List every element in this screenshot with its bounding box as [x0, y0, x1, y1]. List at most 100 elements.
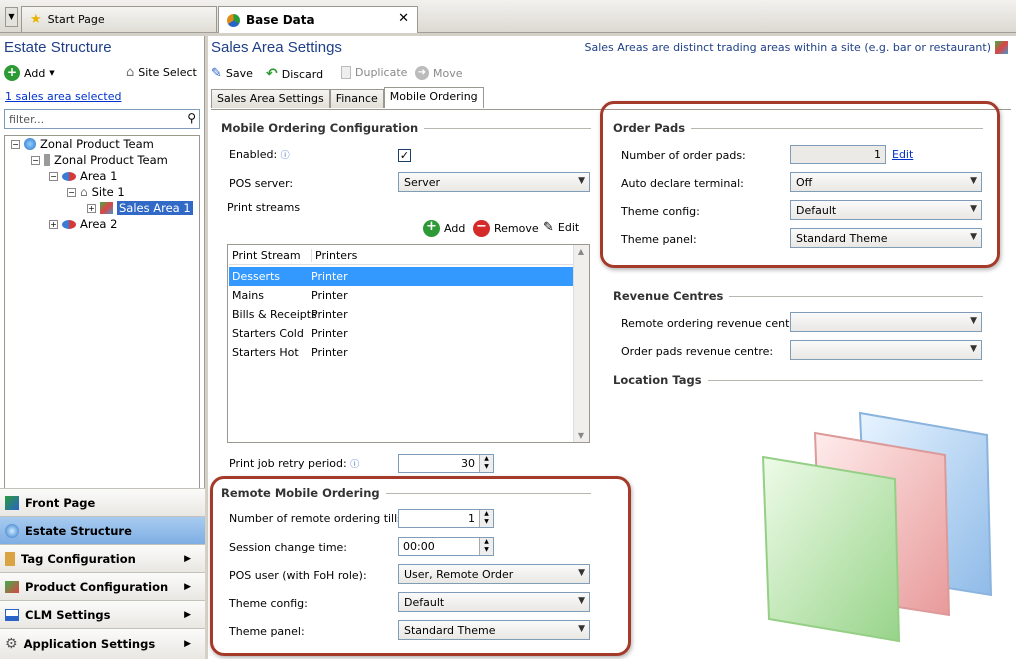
- save-button[interactable]: ✎ Save: [211, 66, 253, 81]
- chevron-down-icon: ▼: [578, 568, 585, 578]
- remove-stream-label: Remove: [494, 222, 539, 235]
- remote-theme-panel-select[interactable]: Standard Theme ▼: [398, 620, 590, 640]
- site-select-button[interactable]: ⌂ Site Select: [126, 65, 197, 80]
- enabled-checkbox[interactable]: ✓: [398, 149, 411, 162]
- table-row[interactable]: Mains Printer: [229, 286, 574, 305]
- house-icon: ⌂: [126, 65, 135, 80]
- remote-revenue-select[interactable]: ▼: [790, 312, 982, 332]
- revenue-centres-section: Revenue Centres: [613, 289, 983, 303]
- column-header[interactable]: Printers: [311, 248, 357, 262]
- nav-tag-configuration[interactable]: Tag Configuration ▶: [0, 544, 205, 572]
- product-icon: [5, 580, 19, 593]
- remove-icon: −: [473, 220, 490, 237]
- pads-theme-config-select[interactable]: Default ▼: [790, 200, 982, 220]
- filter-input[interactable]: filter... ⚲: [4, 109, 200, 129]
- order-pads-edit-link[interactable]: Edit: [892, 148, 913, 161]
- pos-user-label: POS user (with FoH role):: [229, 569, 367, 582]
- save-icon: ✎: [211, 66, 222, 81]
- pos-user-select[interactable]: User, Remote Order ▼: [398, 564, 590, 584]
- remove-stream-button[interactable]: − Remove: [473, 220, 539, 237]
- nav-label: Estate Structure: [25, 523, 132, 538]
- tree-item[interactable]: − Area 1: [49, 169, 117, 183]
- chevron-right-icon: ▶: [184, 639, 191, 649]
- green-panel-shape: [761, 455, 901, 643]
- table-row[interactable]: Starters Cold Printer: [229, 324, 574, 343]
- chevron-down-icon: ▼: [970, 232, 977, 242]
- spin-icon[interactable]: ▲ ▼: [479, 538, 493, 555]
- edit-stream-button[interactable]: ✎ Edit: [543, 220, 579, 235]
- save-label: Save: [225, 67, 253, 80]
- order-pads-count: 1: [790, 145, 886, 164]
- tab-list-dropdown[interactable]: ▼: [5, 7, 18, 27]
- spin-icon[interactable]: ▲ ▼: [479, 510, 493, 527]
- nav-application-settings[interactable]: ⚙ Application Settings ▶: [0, 628, 205, 659]
- duplicate-icon: [341, 66, 351, 79]
- table-row[interactable]: Starters Hot Printer: [229, 343, 574, 362]
- tower-icon: [44, 154, 50, 166]
- tab-sales-area-settings[interactable]: Sales Area Settings: [211, 89, 330, 108]
- globe-icon: [5, 523, 19, 538]
- mobile-config-section: Mobile Ordering Configuration: [221, 121, 591, 135]
- move-button[interactable]: ➜ Move: [415, 66, 463, 80]
- area-icon: [62, 171, 76, 181]
- session-label: Session change time:: [229, 541, 348, 554]
- table-row[interactable]: Bills & Receipts Printer: [229, 305, 574, 324]
- spin-icon[interactable]: ▲ ▼: [479, 455, 493, 472]
- tree-label: Sales Area 1: [117, 201, 193, 215]
- tree-item[interactable]: + Area 2: [49, 217, 117, 231]
- nav-label: Application Settings: [23, 637, 156, 651]
- duplicate-button[interactable]: Duplicate: [341, 66, 407, 79]
- cell: Printer: [311, 270, 348, 283]
- tree-item[interactable]: − ⌂ Site 1: [67, 185, 125, 199]
- nav-product-configuration[interactable]: Product Configuration ▶: [0, 572, 205, 600]
- gear-icon: ⚙: [5, 636, 18, 652]
- chevron-down-icon: ▼: [578, 624, 585, 634]
- undo-icon: ↶: [266, 66, 278, 82]
- scroll-up-icon[interactable]: ▲: [574, 247, 588, 256]
- close-icon[interactable]: ✕: [398, 11, 409, 26]
- print-streams-grid[interactable]: Print Stream Printers Desserts Printer Ma…: [227, 244, 590, 443]
- tills-stepper[interactable]: 1 ▲ ▼: [398, 509, 494, 528]
- tab-mobile-ordering[interactable]: Mobile Ordering: [383, 87, 484, 108]
- pos-server-select[interactable]: Server ▼: [398, 172, 590, 192]
- tree-item[interactable]: − Zonal Product Team: [11, 137, 154, 151]
- remote-revenue-label: Remote ordering revenue centre:: [621, 317, 805, 330]
- session-time-input[interactable]: 00:00 ▲ ▼: [398, 537, 494, 556]
- tree-item[interactable]: − Zonal Product Team: [31, 153, 168, 167]
- tree-item-selected[interactable]: + Sales Area 1: [87, 201, 193, 215]
- pads-theme-panel-select[interactable]: Standard Theme ▼: [790, 228, 982, 248]
- discard-button[interactable]: ↶ Discard: [266, 66, 323, 82]
- add-stream-button[interactable]: + Add: [423, 220, 465, 237]
- pads-revenue-select[interactable]: ▼: [790, 340, 982, 360]
- nav-estate-structure[interactable]: Estate Structure: [0, 516, 205, 544]
- session-value: 00:00: [403, 540, 435, 553]
- tills-label: Number of remote ordering tills:: [229, 512, 407, 525]
- grid-scrollbar[interactable]: ▲ ▼: [573, 245, 589, 442]
- search-icon[interactable]: ⚲: [187, 111, 196, 125]
- tab-base-data[interactable]: Base Data ✕: [218, 6, 418, 33]
- column-header[interactable]: Print Stream: [232, 249, 301, 262]
- move-label: Move: [433, 66, 463, 80]
- remote-theme-panel-value: Standard Theme: [404, 624, 496, 637]
- tab-finance[interactable]: Finance: [329, 89, 384, 108]
- scroll-down-icon[interactable]: ▼: [574, 431, 588, 440]
- left-panel: Estate Structure + Add ▼ ⌂ Site Select 1…: [0, 36, 205, 659]
- nav-clm-settings[interactable]: CLM Settings ▶: [0, 600, 205, 628]
- selection-link[interactable]: 1 sales area selected: [5, 90, 121, 103]
- nav-front-page[interactable]: Front Page: [0, 488, 205, 516]
- section-title: Remote Mobile Ordering: [221, 486, 380, 500]
- auto-declare-label: Auto declare terminal:: [621, 177, 744, 190]
- chevron-right-icon: ▶: [184, 581, 191, 592]
- table-row[interactable]: Desserts Printer: [229, 267, 574, 286]
- remote-theme-config-select[interactable]: Default ▼: [398, 592, 590, 612]
- filter-placeholder: filter...: [9, 113, 45, 126]
- tab-start-page[interactable]: ★ Start Page: [21, 6, 217, 32]
- enabled-label-text: Enabled:: [229, 148, 278, 161]
- estate-tree[interactable]: − Zonal Product Team − Zonal Product Team …: [4, 135, 200, 520]
- auto-declare-select[interactable]: Off ▼: [790, 172, 982, 192]
- add-button[interactable]: + Add ▼: [4, 65, 55, 81]
- add-label: Add: [24, 66, 46, 80]
- pads-theme-panel-label: Theme panel:: [621, 233, 697, 246]
- info-icon: ⓘ: [280, 151, 290, 161]
- retry-period-stepper[interactable]: 30 ▲ ▼: [398, 454, 494, 473]
